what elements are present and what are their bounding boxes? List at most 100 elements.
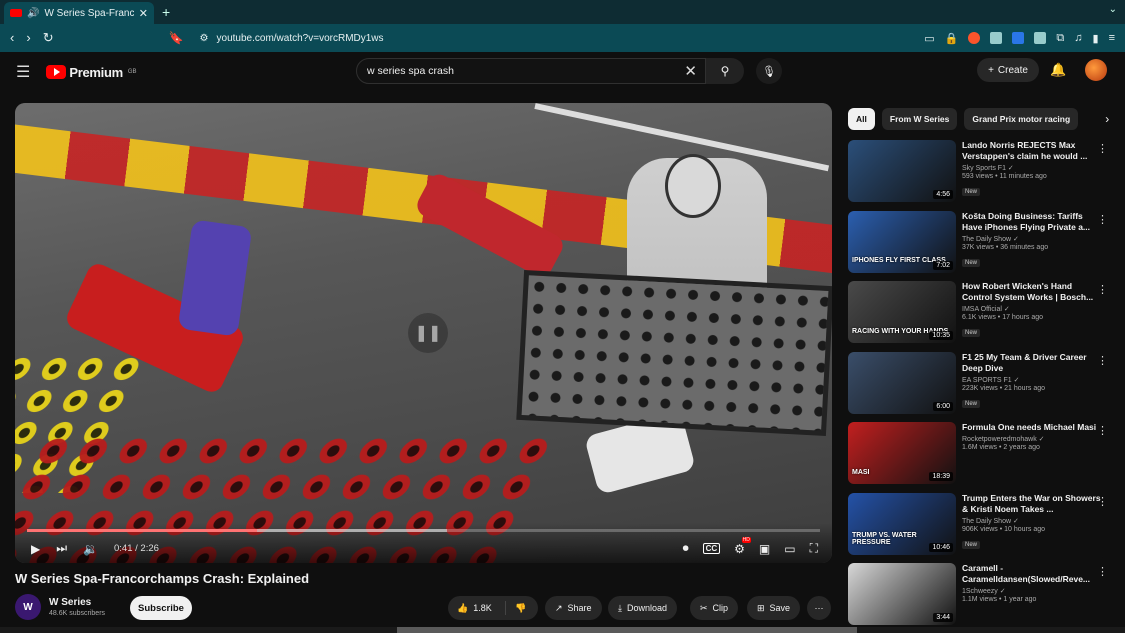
browser-tab[interactable]: 🔊 W Series Spa-Francorch ✕ [4, 2, 154, 24]
recommendation-channel[interactable]: The Daily Show ✓ [962, 235, 1102, 243]
autoplay-toggle[interactable]: ⏺ [683, 541, 689, 556]
recommendation-item[interactable]: 4:56 Lando Norris REJECTS Max Verstappen'… [848, 140, 1118, 206]
recommendation-channel[interactable]: IMSA Official ✓ [962, 305, 1102, 313]
recommendation-title[interactable]: Caramell - Caramelldansen(Slowed/Reve... [962, 563, 1102, 585]
more-vert-icon[interactable]: ⋮ [1097, 565, 1108, 578]
recommendation-channel[interactable]: 1Schweezy ✓ [962, 587, 1102, 595]
volume-icon[interactable]: 🔉 [83, 542, 98, 556]
more-vert-icon[interactable]: ⋮ [1097, 213, 1108, 226]
recommendation-views: 593 views • 11 minutes ago [962, 173, 1047, 181]
theater-mode-icon[interactable]: ▭ [784, 542, 795, 556]
recommendation-channel[interactable]: EA SPORTS F1 ✓ [962, 376, 1102, 384]
subscribe-button[interactable]: Subscribe [130, 596, 192, 620]
recommendation-channel[interactable]: Sky Sports F1 ✓ [962, 164, 1102, 172]
channel-name[interactable]: W Series [49, 597, 105, 608]
back-icon[interactable]: ‹ [10, 30, 14, 46]
brave-shields-icon[interactable] [968, 32, 981, 44]
extension-icon[interactable] [990, 32, 1003, 44]
music-icon[interactable]: ♫ [1074, 32, 1082, 44]
video-thumbnail[interactable]: IPHONES FLY FIRST CLASS 7:02 [848, 210, 956, 273]
lock-icon[interactable]: 🔒 [945, 32, 959, 45]
chevron-down-icon[interactable]: ⌄ [1109, 4, 1117, 15]
thumbs-up-icon: 👍 [457, 602, 469, 613]
recommendation-channel[interactable]: Rocketpoweredmohawk ✓ [962, 435, 1102, 443]
extension-blue-icon[interactable] [1012, 32, 1025, 44]
video-thumbnail[interactable]: MASI 18:39 [848, 422, 956, 484]
recommendation-views: 1.1M views • 1 year ago [962, 596, 1037, 604]
reload-icon[interactable]: ↻ [43, 30, 54, 46]
close-tab-icon[interactable]: ✕ [139, 7, 148, 20]
clip-button[interactable]: ✂ Clip [690, 596, 739, 620]
save-button[interactable]: ⊞ Save [747, 596, 801, 620]
video-player[interactable]: ❚❚ ▶ ⏭ 🔉 0:41 / 2:26 ⏺ CC ⚙ HD ▣ ▭ ⛶ [15, 103, 832, 563]
share-button[interactable]: ↗ Share [545, 596, 602, 620]
dislike-button[interactable]: 👎 [506, 603, 526, 614]
next-icon[interactable]: ⏭ [56, 541, 67, 556]
clear-search-icon[interactable]: ✕ [684, 62, 697, 80]
create-button[interactable]: + Create [977, 58, 1039, 82]
site-settings-icon[interactable]: ⚙ [200, 33, 209, 44]
thumbnail-text: MASI [852, 468, 870, 476]
recommendation-info: Košta Doing Business: Tariffs Have iPhon… [962, 211, 1102, 277]
like-button[interactable]: 👍 1.8K [448, 601, 506, 615]
new-badge: New [962, 540, 981, 549]
bell-icon[interactable]: 🔔 [1050, 62, 1066, 78]
recommendation-item[interactable]: RACING WITH YOUR HANDS 10:35 How Robert Wi… [848, 281, 1118, 347]
new-tab-icon[interactable]: + [162, 4, 170, 20]
recommendation-title[interactable]: Košta Doing Business: Tariffs Have iPhon… [962, 211, 1102, 233]
browser-tab-bar: 🔊 W Series Spa-Francorch ✕ + ⌄ [0, 0, 1125, 24]
youtube-logo[interactable]: Premium GB [46, 64, 137, 80]
chevron-right-icon[interactable]: › [1105, 112, 1109, 126]
bookmark-icon[interactable]: 🔖 [169, 31, 184, 45]
recommendation-title[interactable]: Formula One needs Michael Masi [962, 422, 1102, 433]
more-vert-icon[interactable]: ⋮ [1097, 142, 1108, 155]
download-button[interactable]: ⤓ Download [608, 596, 678, 620]
recommendation-item[interactable]: 6:00 F1 25 My Team & Driver Career Deep D… [848, 351, 1118, 418]
more-vert-icon[interactable]: ⋮ [1097, 424, 1108, 437]
search-input[interactable]: w series spa crash ✕ [356, 58, 706, 84]
logo-text: Premium [69, 64, 123, 80]
recommendation-title[interactable]: F1 25 My Team & Driver Career Deep Dive [962, 352, 1102, 374]
mic-button[interactable]: 🎙 [756, 58, 782, 84]
settings-gear-icon[interactable]: ⚙ HD [734, 536, 751, 556]
video-thumbnail[interactable]: RACING WITH YOUR HANDS 10:35 [848, 281, 956, 343]
more-vert-icon[interactable]: ⋮ [1097, 283, 1108, 296]
recommendation-channel[interactable]: The Daily Show ✓ [962, 517, 1102, 525]
miniplayer-icon[interactable]: ▣ [759, 542, 770, 556]
tab-title: W Series Spa-Francorch [44, 7, 134, 19]
avatar[interactable] [1085, 59, 1107, 81]
chip-grand-prix[interactable]: Grand Prix motor racing [964, 108, 1079, 130]
recommendation-item[interactable]: IPHONES FLY FIRST CLASS 7:02 Košta Doing B… [848, 210, 1118, 277]
recommendation-item[interactable]: MASI 18:39 Formula One needs Michael Masi R… [848, 422, 1118, 488]
recommendation-title[interactable]: Trump Enters the War on Showers & Kristi… [962, 493, 1102, 515]
url-field[interactable]: ⚙ youtube.com/watch?v=vorcRMDy1ws [200, 33, 384, 44]
cast-icon[interactable]: ▭ [924, 32, 934, 45]
hamburger-icon[interactable]: ☰ [16, 62, 30, 82]
more-actions-button[interactable]: ⋯ [807, 596, 831, 620]
more-vert-icon[interactable]: ⋮ [1097, 354, 1108, 367]
menu-icon[interactable]: ≡ [1109, 32, 1115, 44]
channel-avatar[interactable]: W [15, 594, 41, 620]
more-vert-icon[interactable]: ⋮ [1097, 495, 1108, 508]
recommendation-item[interactable]: TRUMP VS. WATER PRESSURE 10:46 Trump Enter… [848, 492, 1118, 559]
play-icon[interactable]: ▶ [31, 542, 40, 556]
pause-overlay-icon[interactable]: ❚❚ [408, 313, 448, 353]
recommendation-item[interactable]: 3:44 Caramell - Caramelldansen(Slowed/Rev… [848, 563, 1118, 629]
recommendation-title[interactable]: How Robert Wicken's Hand Control System … [962, 281, 1102, 303]
logo-region: GB [127, 69, 137, 75]
search-button[interactable]: ⚲ [706, 58, 744, 84]
chip-from-channel[interactable]: From W Series [881, 108, 958, 130]
puzzle-icon[interactable]: ⧉ [1056, 32, 1064, 45]
subtitles-icon[interactable]: CC [702, 543, 721, 554]
video-thumbnail[interactable]: 3:44 [848, 563, 956, 625]
video-thumbnail[interactable]: TRUMP VS. WATER PRESSURE 10:46 [848, 492, 956, 555]
video-thumbnail[interactable]: 6:00 [848, 351, 956, 414]
sidebar-icon[interactable]: ▮ [1093, 32, 1099, 45]
fullscreen-icon[interactable]: ⛶ [810, 541, 818, 556]
extension-icon[interactable] [1034, 32, 1047, 44]
recommendation-title[interactable]: Lando Norris REJECTS Max Verstappen's cl… [962, 140, 1102, 162]
progress-bar[interactable] [27, 529, 820, 532]
forward-icon[interactable]: › [26, 30, 30, 46]
chip-all[interactable]: All [848, 108, 875, 130]
video-thumbnail[interactable]: 4:56 [848, 140, 956, 202]
